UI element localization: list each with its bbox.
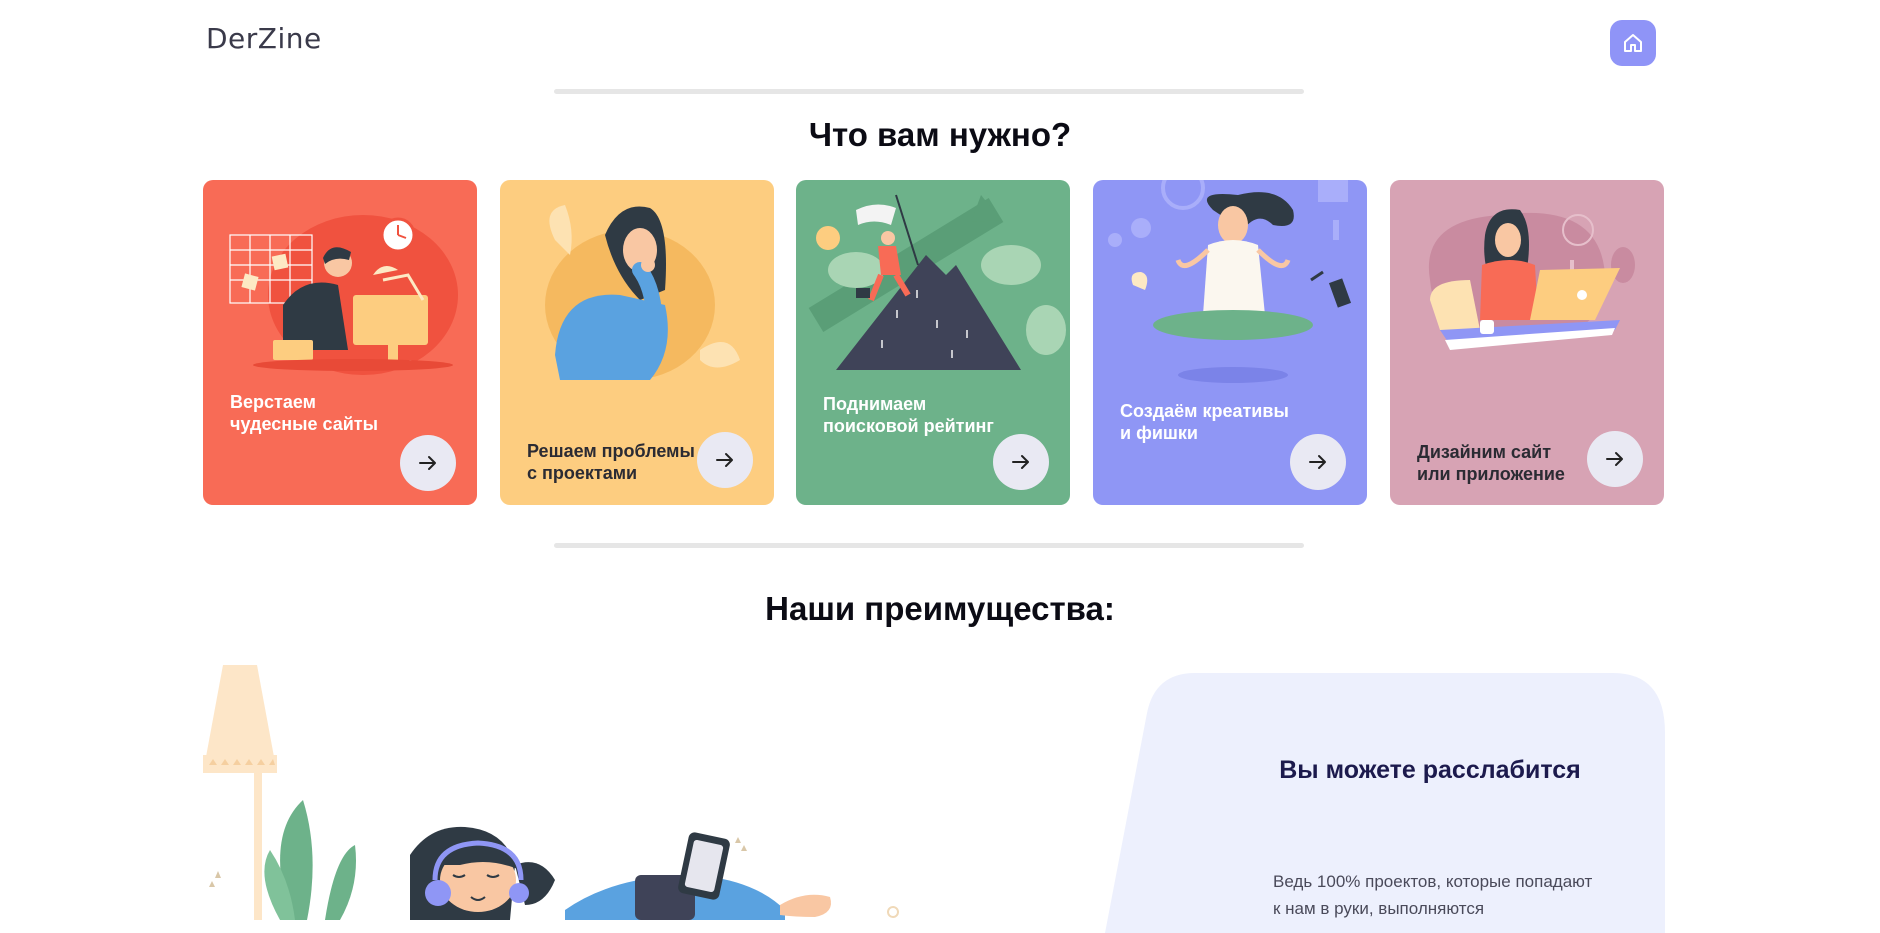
arrow-right-icon bbox=[1012, 455, 1029, 469]
arrow-right-icon bbox=[716, 453, 733, 467]
service-card-design[interactable]: Дизайним сайт или приложение bbox=[1390, 180, 1664, 505]
thinking-woman-illustration bbox=[545, 205, 740, 380]
card-label: Решаем проблемы с проектами bbox=[527, 440, 707, 484]
advantages-title: Наши преимущества: bbox=[765, 590, 1115, 627]
home-icon bbox=[1624, 34, 1642, 52]
card-arrow-button[interactable] bbox=[400, 435, 456, 491]
designer-laptop-illustration bbox=[1428, 209, 1635, 350]
card-label-line: Верстаем bbox=[230, 392, 316, 412]
card-arrow-button[interactable] bbox=[993, 434, 1049, 490]
meditation-illustration bbox=[1108, 180, 1352, 383]
logo[interactable]: DerZine bbox=[206, 22, 322, 55]
card-label-line: Решаем проблемы bbox=[527, 441, 695, 461]
developer-illustration bbox=[229, 215, 458, 375]
header: DerZine bbox=[0, 0, 1880, 80]
card-label: Дизайним сайт или приложение bbox=[1417, 441, 1597, 485]
card-arrow-button[interactable] bbox=[1587, 431, 1643, 487]
card-label: Поднимаем поисковой рейтинг bbox=[823, 393, 1003, 437]
card-arrow-button[interactable] bbox=[697, 432, 753, 488]
services-title: Что вам нужно? bbox=[808, 116, 1072, 153]
mountain-climber-illustration bbox=[808, 194, 1066, 370]
card-label: Создаём креативы и фишки bbox=[1120, 400, 1300, 444]
service-card-seo[interactable]: Поднимаем поисковой рейтинг bbox=[796, 180, 1070, 505]
advantage-title: Вы можете расслабится bbox=[1279, 756, 1581, 784]
card-label-line: с проектами bbox=[527, 463, 638, 483]
card-label: Верстаем чудесные сайты bbox=[230, 391, 410, 435]
card-label-line: и фишки bbox=[1120, 423, 1198, 443]
card-label-line: чудесные сайты bbox=[230, 414, 378, 434]
arrow-right-icon bbox=[419, 456, 436, 470]
section-divider bbox=[554, 543, 1304, 548]
card-label-line: поисковой рейтинг bbox=[823, 416, 994, 436]
card-label-line: Поднимаем bbox=[823, 394, 927, 414]
relaxing-woman-illustration bbox=[203, 665, 899, 920]
arrow-right-icon bbox=[1606, 452, 1623, 466]
service-card-layout[interactable]: Верстаем чудесные сайты bbox=[203, 180, 477, 505]
section-divider bbox=[554, 89, 1304, 94]
advantage-description: Ведь 100% проектов, которые попадают к н… bbox=[1273, 872, 1593, 918]
card-label-line: Создаём креативы bbox=[1120, 401, 1289, 421]
service-card-creative[interactable]: Создаём креативы и фишки bbox=[1093, 180, 1367, 505]
card-arrow-button[interactable] bbox=[1290, 434, 1346, 490]
card-label-line: или приложение bbox=[1417, 464, 1565, 484]
home-button[interactable] bbox=[1610, 20, 1656, 66]
card-label-line: Дизайним сайт bbox=[1417, 442, 1552, 462]
service-card-problems[interactable]: Решаем проблемы с проектами bbox=[500, 180, 774, 505]
arrow-right-icon bbox=[1309, 455, 1326, 469]
